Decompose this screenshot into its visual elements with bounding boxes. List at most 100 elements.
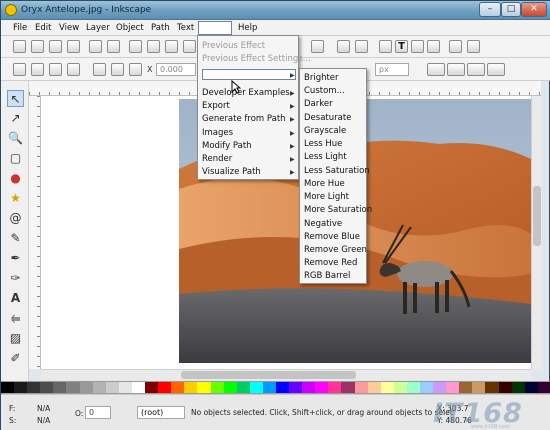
menu-edit[interactable]: Edit	[35, 23, 51, 33]
color-rgb-barrel-item[interactable]: RGB Barrel	[304, 271, 350, 281]
palette-swatch[interactable]	[367, 382, 381, 393]
document-properties-icon[interactable]	[467, 40, 480, 53]
color-negative-item[interactable]: Negative	[304, 219, 342, 229]
save-icon[interactable]	[49, 40, 62, 53]
palette-swatch[interactable]	[354, 382, 368, 393]
xml-editor-icon[interactable]	[411, 40, 424, 53]
palette-swatch[interactable]	[1, 382, 15, 393]
color-less-saturation-item[interactable]: Less Saturation	[304, 166, 370, 176]
redo-icon[interactable]	[147, 40, 160, 53]
connector-tool-icon[interactable]: ⥢	[7, 310, 24, 327]
transform-gradient-icon[interactable]	[467, 63, 485, 76]
effects-item-generate-from-path[interactable]: Generate from Path	[202, 114, 286, 124]
palette-swatch[interactable]	[380, 382, 394, 393]
layer-select[interactable]: (root)	[137, 406, 185, 419]
vertical-scroll-thumb[interactable]	[533, 186, 541, 246]
x-coordinate-field[interactable]: 0.000	[156, 63, 196, 76]
color-grayscale-item[interactable]: Grayscale	[304, 126, 346, 136]
palette-swatch[interactable]	[302, 382, 316, 393]
effects-item-visualize-path[interactable]: Visualize Path	[202, 167, 261, 177]
rectangle-tool-icon[interactable]: ▢	[7, 150, 24, 167]
palette-swatch[interactable]	[145, 382, 159, 393]
effects-item-modify-path[interactable]: Modify Path	[202, 141, 252, 151]
palette-swatch[interactable]	[406, 382, 420, 393]
color-remove-blue-item[interactable]: Remove Blue	[304, 232, 360, 242]
maximize-button[interactable]: □	[501, 2, 521, 17]
palette-swatch[interactable]	[118, 382, 132, 393]
open-icon[interactable]	[31, 40, 44, 53]
palette-swatch[interactable]	[341, 382, 355, 393]
horizontal-scrollbar[interactable]	[41, 369, 531, 380]
palette-swatch[interactable]	[315, 382, 329, 393]
fill-stroke-icon[interactable]	[379, 40, 392, 53]
color-remove-green-item[interactable]: Remove Green	[304, 245, 367, 255]
palette-swatch[interactable]	[79, 382, 93, 393]
text-tool-icon[interactable]: A	[7, 290, 24, 307]
copy-icon[interactable]	[165, 40, 178, 53]
pencil-tool-icon[interactable]: ✎	[7, 230, 24, 247]
flip-vertical-icon[interactable]	[67, 63, 80, 76]
color-more-hue-item[interactable]: More Hue	[304, 179, 345, 189]
palette-swatch[interactable]	[275, 382, 290, 393]
color-more-saturation-item[interactable]: More Saturation	[304, 205, 372, 215]
transform-pattern-icon[interactable]	[487, 63, 505, 76]
palette-swatch[interactable]	[249, 382, 263, 393]
effects-item-render[interactable]: Render	[202, 154, 232, 164]
lower-icon[interactable]	[129, 63, 142, 76]
effects-item-images[interactable]: Images	[202, 128, 233, 138]
dropper-tool-icon[interactable]: ✐	[7, 350, 24, 367]
align-icon[interactable]	[427, 40, 440, 53]
palette-swatch[interactable]	[485, 382, 499, 393]
flip-horizontal-icon[interactable]	[49, 63, 62, 76]
color-remove-red-item[interactable]: Remove Red	[304, 258, 357, 268]
palette-swatch[interactable]	[472, 382, 486, 393]
color-less-hue-item[interactable]: Less Hue	[304, 139, 342, 149]
print-icon[interactable]	[67, 40, 80, 53]
ungroup-icon[interactable]	[355, 40, 368, 53]
palette-swatch[interactable]	[14, 382, 28, 393]
palette-swatch[interactable]	[433, 382, 447, 393]
gradient-tool-icon[interactable]: ▨	[7, 330, 24, 347]
opacity-field[interactable]: 0	[85, 406, 111, 419]
palette-swatch[interactable]	[420, 382, 434, 393]
palette-swatch[interactable]	[289, 382, 303, 393]
effects-item-export[interactable]: Export	[202, 101, 230, 111]
pen-tool-icon[interactable]: ✒	[7, 250, 24, 267]
palette-swatch[interactable]	[446, 382, 460, 393]
palette-swatch[interactable]	[328, 382, 342, 393]
calligraphy-tool-icon[interactable]: ✑	[7, 270, 24, 287]
menu-object[interactable]: Object	[116, 23, 144, 33]
transform-scale-icon[interactable]	[427, 63, 445, 76]
menu-help[interactable]: Help	[238, 23, 257, 33]
palette-swatch[interactable]	[131, 382, 146, 393]
raise-top-icon[interactable]	[93, 63, 106, 76]
ellipse-tool-icon[interactable]: ●	[7, 170, 24, 187]
palette-swatch[interactable]	[524, 382, 538, 393]
palette-swatch[interactable]	[40, 382, 54, 393]
rotate-cw-icon[interactable]	[31, 63, 44, 76]
palette-swatch[interactable]	[184, 382, 198, 393]
menu-layer[interactable]: Layer	[86, 23, 110, 33]
spiral-tool-icon[interactable]: @	[7, 210, 24, 227]
color-submenu-item-highlighted[interactable]	[202, 69, 296, 80]
close-button[interactable]: ✕	[521, 2, 547, 17]
palette-swatch[interactable]	[236, 382, 250, 393]
color-palette[interactable]	[1, 381, 550, 394]
palette-swatch[interactable]	[537, 382, 550, 393]
group-icon[interactable]	[337, 40, 350, 53]
text-font-icon[interactable]: T	[395, 40, 408, 53]
zoom-tool-icon[interactable]: 🔍	[7, 130, 24, 147]
preferences-icon[interactable]	[449, 40, 462, 53]
new-document-icon[interactable]	[13, 40, 26, 53]
raise-icon[interactable]	[111, 63, 124, 76]
node-tool-icon[interactable]: ↗	[7, 110, 24, 127]
palette-swatch[interactable]	[511, 382, 525, 393]
palette-swatch[interactable]	[27, 382, 41, 393]
palette-swatch[interactable]	[53, 382, 67, 393]
cut-icon[interactable]	[183, 40, 196, 53]
palette-swatch[interactable]	[105, 382, 119, 393]
palette-swatch[interactable]	[210, 382, 224, 393]
palette-swatch[interactable]	[498, 382, 512, 393]
previous-effect-settings-item[interactable]: Previous Effect Settings...	[202, 54, 311, 64]
previous-effect-item[interactable]: Previous Effect	[202, 41, 265, 51]
